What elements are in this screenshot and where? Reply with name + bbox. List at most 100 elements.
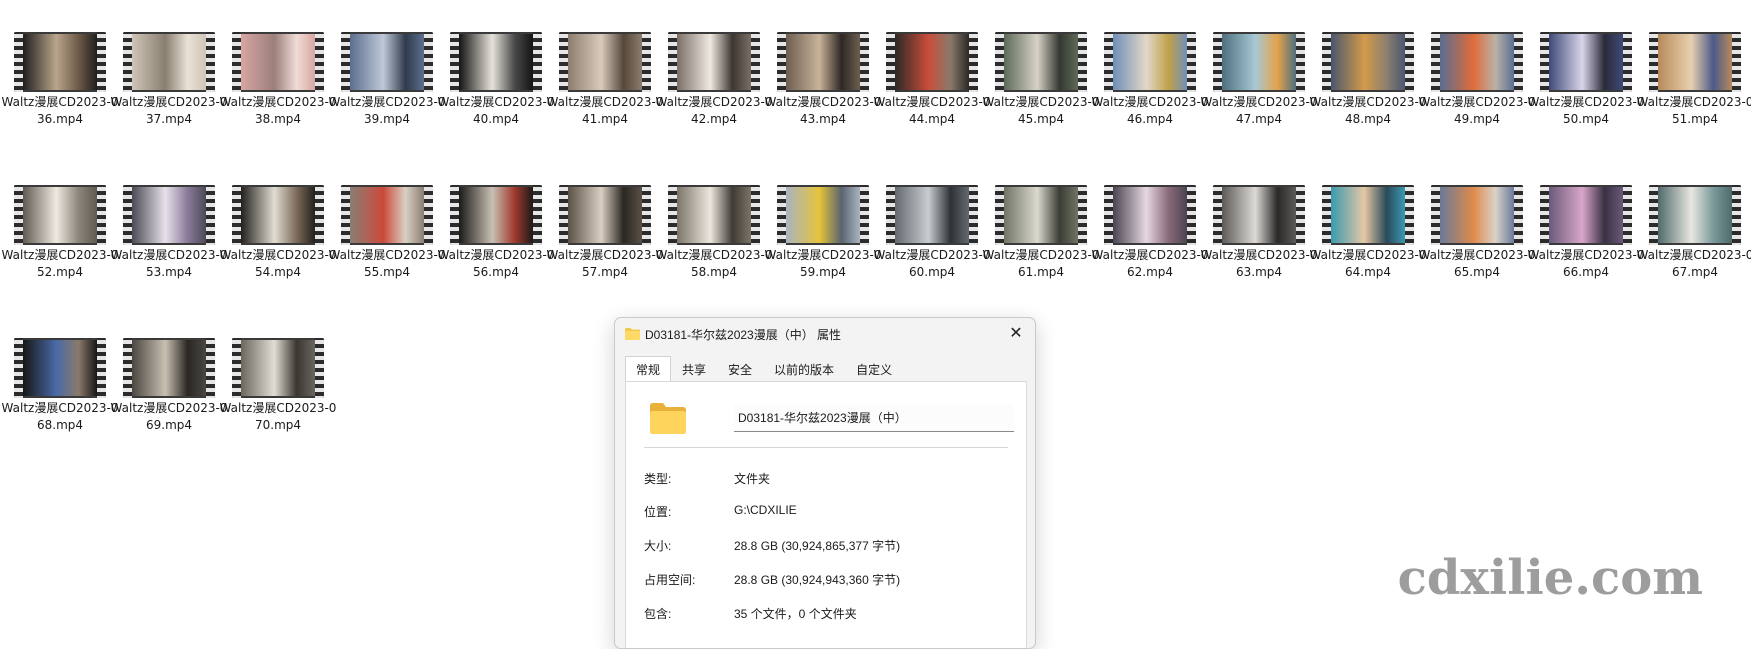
- film-strip-edge: [232, 32, 241, 92]
- file-name: Waltz漫展CD2023-055.mp4: [328, 248, 446, 279]
- file-item[interactable]: Waltz漫展CD2023-056.mp4: [436, 153, 554, 303]
- film-strip-edge: [14, 185, 23, 245]
- file-item[interactable]: Waltz漫展CD2023-051.mp4: [1635, 0, 1751, 150]
- file-item[interactable]: Waltz漫展CD2023-064.mp4: [1308, 153, 1426, 303]
- file-item[interactable]: Waltz漫展CD2023-059.mp4: [763, 153, 881, 303]
- file-item[interactable]: Waltz漫展CD2023-039.mp4: [327, 0, 445, 150]
- video-thumbnail-icon: [232, 185, 324, 245]
- file-name: Waltz漫展CD2023-065.mp4: [1418, 248, 1536, 279]
- film-strip-edge: [1296, 32, 1305, 92]
- file-item[interactable]: Waltz漫展CD2023-053.mp4: [109, 153, 227, 303]
- file-item[interactable]: Waltz漫展CD2023-042.mp4: [654, 0, 772, 150]
- film-strip-edge: [642, 185, 651, 245]
- file-item[interactable]: Waltz漫展CD2023-057.mp4: [545, 153, 663, 303]
- file-item[interactable]: Waltz漫展CD2023-062.mp4: [1090, 153, 1208, 303]
- file-item[interactable]: Waltz漫展CD2023-058.mp4: [654, 153, 772, 303]
- file-item[interactable]: Waltz漫展CD2023-049.mp4: [1417, 0, 1535, 150]
- video-thumbnail-icon: [232, 32, 324, 92]
- file-item[interactable]: Waltz漫展CD2023-050.mp4: [1526, 0, 1644, 150]
- film-strip-edge: [1405, 185, 1414, 245]
- file-item[interactable]: Waltz漫展CD2023-055.mp4: [327, 153, 445, 303]
- video-frame: [350, 34, 424, 90]
- file-item[interactable]: Waltz漫展CD2023-054.mp4: [218, 153, 336, 303]
- property-value: 28.8 GB (30,924,865,377 字节): [734, 539, 901, 553]
- property-row-size: 大小: 28.8 GB (30,924,865,377 字节): [644, 537, 1014, 555]
- property-label: 包含:: [644, 607, 672, 621]
- tab-previous-versions[interactable]: 以前的版本: [763, 356, 845, 382]
- file-item[interactable]: Waltz漫展CD2023-061.mp4: [981, 153, 1099, 303]
- film-strip-edge: [315, 338, 324, 398]
- film-strip-edge: [232, 185, 241, 245]
- property-value: G:\CDXILIE: [734, 503, 797, 517]
- film-strip-edge: [232, 338, 241, 398]
- film-strip-edge: [969, 185, 978, 245]
- film-strip-edge: [1732, 32, 1741, 92]
- file-name: Waltz漫展CD2023-069.mp4: [110, 401, 228, 432]
- property-value: 35 个文件，0 个文件夹: [734, 607, 857, 621]
- film-strip-edge: [123, 338, 132, 398]
- tab-customize[interactable]: 自定义: [845, 356, 903, 382]
- close-icon[interactable]: ✕: [1005, 323, 1027, 345]
- folder-name-field[interactable]: [734, 404, 1014, 432]
- file-name: Waltz漫展CD2023-057.mp4: [546, 248, 664, 279]
- file-item[interactable]: Waltz漫展CD2023-037.mp4: [109, 0, 227, 150]
- file-item[interactable]: Waltz漫展CD2023-063.mp4: [1199, 153, 1317, 303]
- file-item[interactable]: Waltz漫展CD2023-047.mp4: [1199, 0, 1317, 150]
- video-frame: [677, 34, 751, 90]
- video-thumbnail-icon: [1540, 185, 1632, 245]
- divider: [644, 447, 1008, 448]
- film-strip-edge: [424, 32, 433, 92]
- video-frame: [241, 34, 315, 90]
- video-frame: [132, 187, 206, 243]
- film-strip-edge: [97, 185, 106, 245]
- video-thumbnail-icon: [232, 338, 324, 398]
- dialog-tabs: 常规 共享 安全 以前的版本 自定义: [625, 356, 903, 382]
- film-strip-edge: [1078, 32, 1087, 92]
- file-item[interactable]: Waltz漫展CD2023-046.mp4: [1090, 0, 1208, 150]
- dialog-titlebar[interactable]: D03181-华尔兹2023漫展（中） 属性 ✕: [615, 318, 1035, 350]
- file-item[interactable]: Waltz漫展CD2023-041.mp4: [545, 0, 663, 150]
- video-frame: [786, 34, 860, 90]
- tab-sharing[interactable]: 共享: [671, 356, 717, 382]
- film-strip-edge: [315, 32, 324, 92]
- property-label: 占用空间:: [644, 573, 696, 587]
- file-name: Waltz漫展CD2023-060.mp4: [873, 248, 991, 279]
- film-strip-edge: [97, 338, 106, 398]
- file-name: Waltz漫展CD2023-041.mp4: [546, 95, 664, 126]
- file-item[interactable]: Waltz漫展CD2023-036.mp4: [0, 0, 118, 150]
- file-item[interactable]: Waltz漫展CD2023-052.mp4: [0, 153, 118, 303]
- file-item[interactable]: Waltz漫展CD2023-043.mp4: [763, 0, 881, 150]
- video-frame: [1331, 187, 1405, 243]
- film-strip-edge: [341, 32, 350, 92]
- file-item[interactable]: Waltz漫展CD2023-048.mp4: [1308, 0, 1426, 150]
- tab-security[interactable]: 安全: [717, 356, 763, 382]
- file-item[interactable]: Waltz漫展CD2023-044.mp4: [872, 0, 990, 150]
- general-panel: 类型: 文件夹 位置: G:\CDXILIE 大小: 28.8 GB (30,9…: [625, 381, 1027, 648]
- file-item[interactable]: Waltz漫展CD2023-068.mp4: [0, 306, 118, 456]
- file-item[interactable]: Waltz漫展CD2023-060.mp4: [872, 153, 990, 303]
- dialog-title: D03181-华尔兹2023漫展（中） 属性: [645, 328, 842, 342]
- video-frame: [1440, 34, 1514, 90]
- file-item[interactable]: Waltz漫展CD2023-065.mp4: [1417, 153, 1535, 303]
- file-item[interactable]: Waltz漫展CD2023-038.mp4: [218, 0, 336, 150]
- file-item[interactable]: Waltz漫展CD2023-067.mp4: [1635, 153, 1751, 303]
- film-strip-edge: [1649, 185, 1658, 245]
- video-thumbnail-icon: [1104, 32, 1196, 92]
- file-item[interactable]: Waltz漫展CD2023-066.mp4: [1526, 153, 1644, 303]
- video-frame: [23, 340, 97, 396]
- film-strip-edge: [1514, 32, 1523, 92]
- file-item[interactable]: Waltz漫展CD2023-070.mp4: [218, 306, 336, 456]
- video-frame: [1440, 187, 1514, 243]
- file-item[interactable]: Waltz漫展CD2023-069.mp4: [109, 306, 227, 456]
- film-strip-edge: [123, 32, 132, 92]
- video-thumbnail-icon: [341, 32, 433, 92]
- video-thumbnail-icon: [1431, 32, 1523, 92]
- video-frame: [23, 34, 97, 90]
- tab-general[interactable]: 常规: [625, 356, 672, 382]
- video-frame: [241, 187, 315, 243]
- file-name: Waltz漫展CD2023-045.mp4: [982, 95, 1100, 126]
- film-strip-edge: [1431, 32, 1440, 92]
- file-item[interactable]: Waltz漫展CD2023-040.mp4: [436, 0, 554, 150]
- video-frame: [241, 340, 315, 396]
- file-item[interactable]: Waltz漫展CD2023-045.mp4: [981, 0, 1099, 150]
